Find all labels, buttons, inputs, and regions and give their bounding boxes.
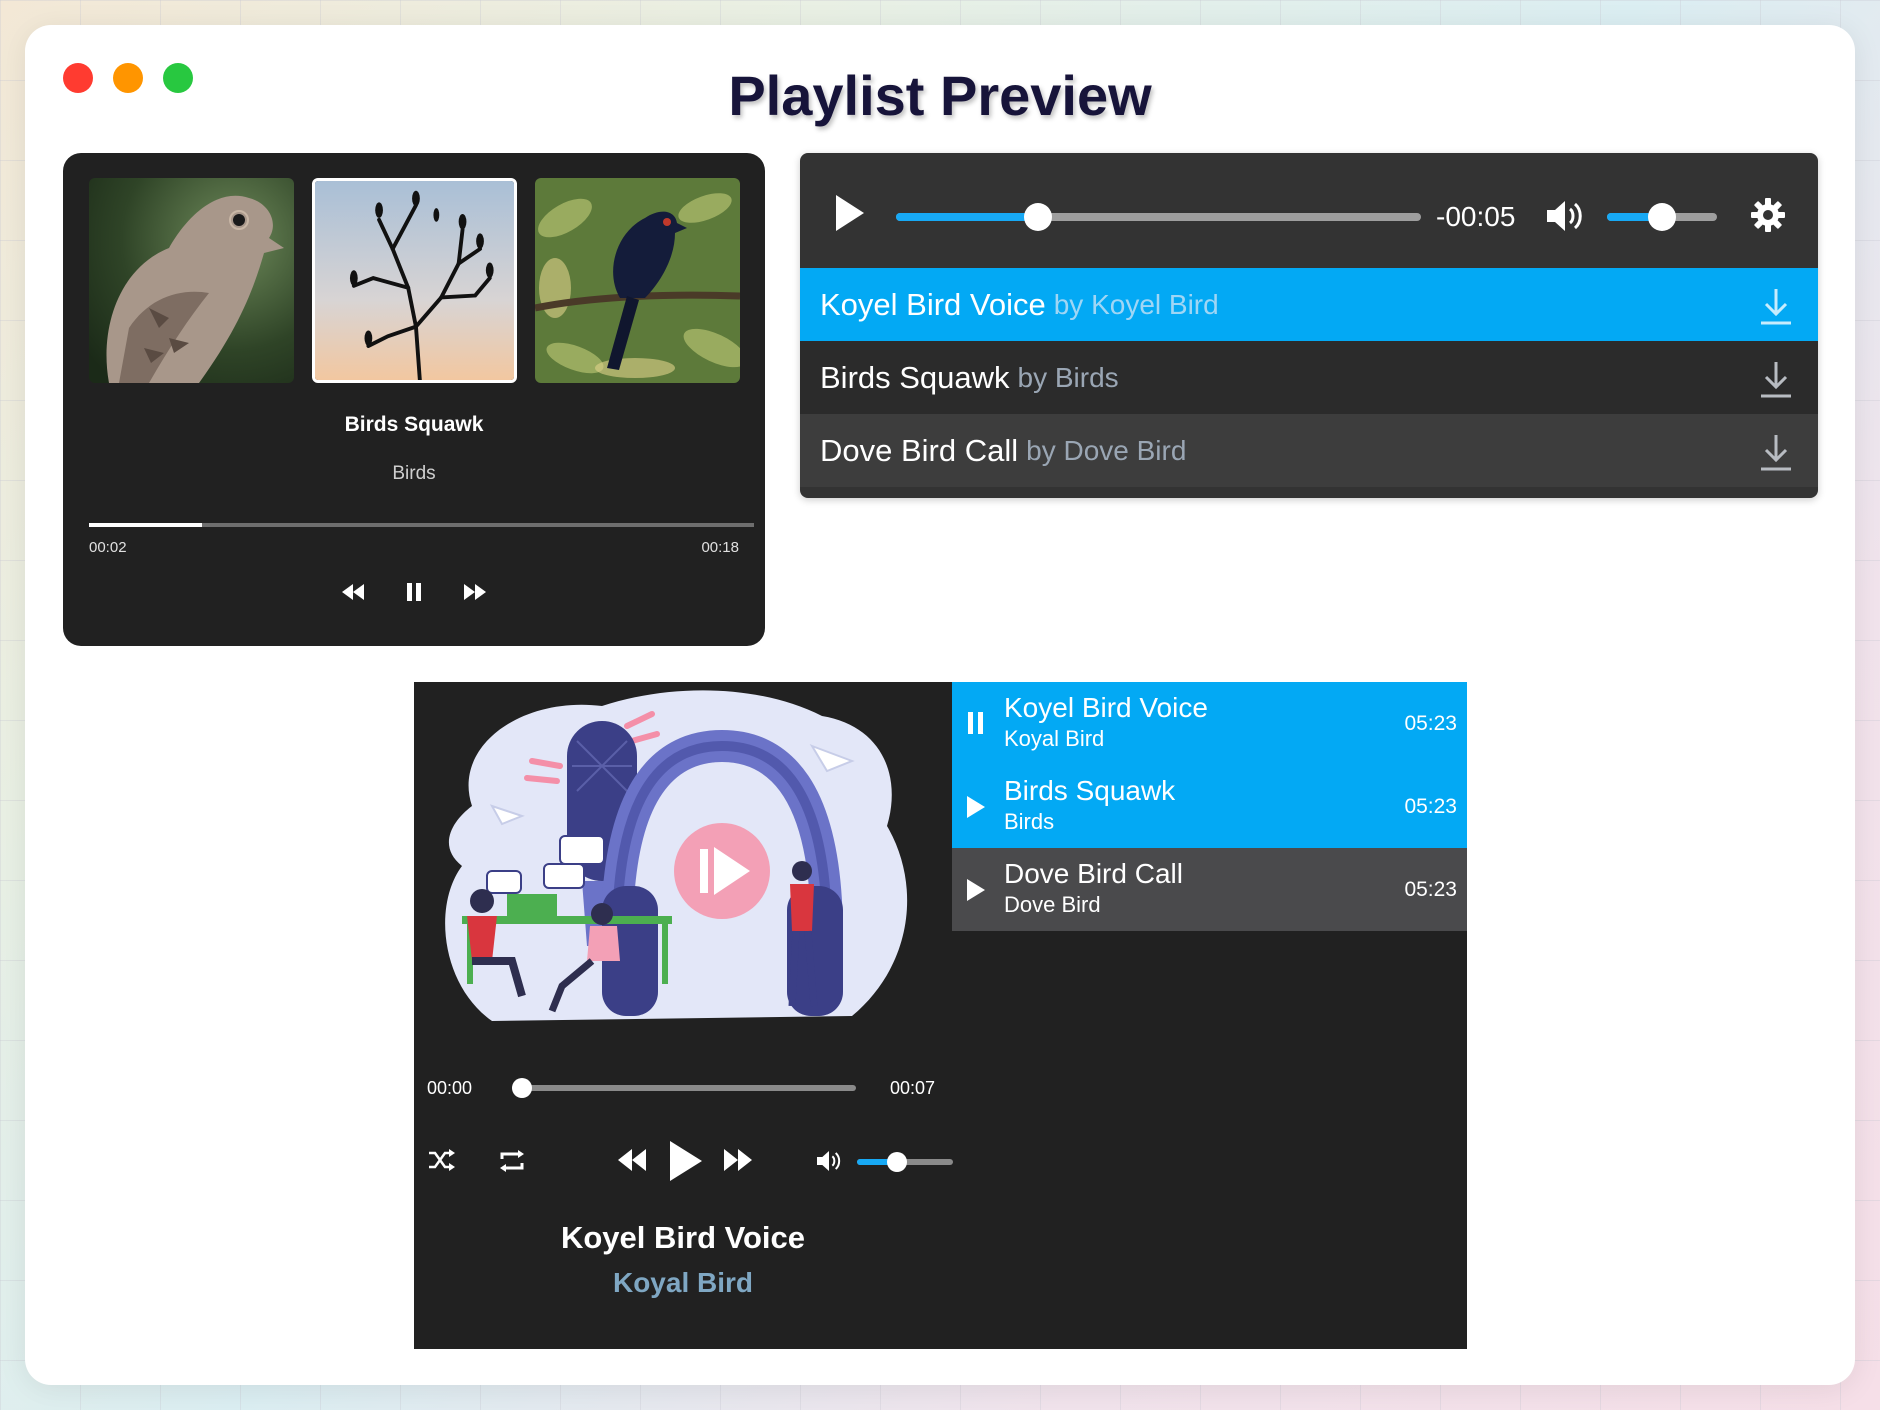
download-button[interactable] (1758, 359, 1794, 399)
track-artist: by Koyel Bird (1053, 288, 1219, 320)
playlist: Koyel Bird Voice Koyal Bird 05:23 Birds … (952, 682, 1467, 931)
track-title: Birds Squawk (1004, 775, 1176, 806)
pause-button[interactable] (966, 712, 986, 734)
now-playing-artist: Koyal Bird (612, 1267, 754, 1298)
fast-forward-icon (724, 1149, 752, 1171)
carousel-player: Birds Squawk Birds 00:02 00:18 (63, 153, 765, 646)
koyel-image (535, 178, 740, 383)
list-player: -00:05 Koyel Bird Voice by Koyel Bird Bi… (800, 153, 1818, 498)
track-artist: Dove Bird (1004, 892, 1101, 917)
download-icon (1761, 362, 1791, 398)
playlist-item-dove[interactable]: Dove Bird Call Dove Bird 05:23 (952, 848, 1467, 931)
seek-bar[interactable] (512, 1078, 856, 1098)
player-toolbar: -00:05 (800, 153, 1818, 268)
download-icon (1761, 435, 1791, 471)
track-title: Koyel Bird Voice (1004, 692, 1208, 723)
thumbnail-strip (89, 178, 740, 383)
volume-icon (1547, 201, 1582, 231)
playback-controls (63, 583, 765, 601)
seek-fill (896, 213, 1038, 221)
track-artist: by Birds (1017, 361, 1119, 393)
seek-handle[interactable] (1023, 203, 1052, 231)
app-window: Playlist Preview Birds Squawk Birds 00:0… (25, 25, 1855, 1385)
repeat-icon (500, 1150, 524, 1172)
repeat-button[interactable] (498, 1149, 526, 1173)
track-duration: 05:23 (1404, 878, 1457, 901)
track-artist: Birds (1004, 809, 1055, 834)
play-icon (967, 879, 985, 901)
seek-bar[interactable] (896, 203, 1421, 231)
now-playing-title: Koyel Bird Voice (560, 1220, 806, 1255)
playlist-item-koyel[interactable]: Koyel Bird Voice by Koyel Bird (800, 268, 1818, 341)
shuffle-icon (429, 1149, 455, 1171)
download-button[interactable] (1758, 286, 1794, 326)
play-button[interactable] (966, 795, 986, 819)
page-title: Playlist Preview (728, 64, 1152, 127)
gear-icon (1751, 198, 1785, 232)
pause-button[interactable] (406, 583, 422, 601)
playlist-item-dove[interactable]: Dove Bird Call by Dove Bird (800, 414, 1818, 487)
remaining-time: -00:05 (1436, 201, 1516, 232)
birds-branch-image (315, 181, 514, 380)
volume-icon (817, 1151, 841, 1171)
mute-button[interactable] (814, 1149, 844, 1173)
track-artist: Birds (392, 463, 436, 484)
volume-handle[interactable] (887, 1152, 908, 1172)
play-icon (670, 1141, 702, 1181)
track-title: Dove Bird Call (1004, 858, 1183, 889)
progress-bar[interactable] (89, 523, 754, 527)
track-title: Dove Bird Call (820, 432, 1019, 468)
shuffle-button[interactable] (428, 1148, 456, 1172)
koyel-thumbnail[interactable] (535, 178, 740, 383)
dove-image (89, 178, 294, 383)
rewind-icon (342, 584, 364, 600)
settings-button[interactable] (1750, 197, 1786, 233)
track-artist: Koyal Bird (1004, 726, 1105, 751)
play-button[interactable] (966, 878, 986, 902)
play-button[interactable] (834, 193, 866, 233)
playlist-item-koyel[interactable]: Koyel Bird Voice Koyal Bird 05:23 (952, 682, 1467, 765)
volume-slider[interactable] (857, 1152, 953, 1172)
track-title: Birds Squawk (344, 413, 484, 436)
rewind-button[interactable] (342, 583, 364, 601)
duration: 00:07 (890, 1078, 936, 1098)
play-button[interactable] (668, 1139, 704, 1183)
rewind-icon (618, 1149, 646, 1171)
track-title: Birds Squawk (820, 359, 1010, 395)
podcast-artwork (445, 690, 908, 1021)
current-time: 00:00 (427, 1078, 473, 1098)
playlist-item-birds[interactable]: Birds Squawk Birds 05:23 (952, 765, 1467, 848)
download-icon (1761, 289, 1791, 325)
seek-handle[interactable] (512, 1078, 532, 1098)
track-title: Koyel Bird Voice (820, 286, 1046, 322)
duration: 00:18 (701, 539, 739, 556)
play-icon (967, 796, 985, 818)
current-time: 00:02 (89, 539, 127, 556)
pause-icon (968, 712, 983, 734)
dove-thumbnail[interactable] (89, 178, 294, 383)
progress-fill (89, 523, 203, 527)
volume-handle[interactable] (1648, 203, 1676, 231)
previous-button[interactable] (618, 1149, 646, 1171)
track-artist: by Dove Bird (1026, 434, 1187, 466)
fast-forward-button[interactable] (464, 583, 486, 601)
podcast-player: 00:00 00:07 Koyel Bird Voice Koyal Bird … (414, 682, 1467, 1349)
volume-slider[interactable] (1607, 203, 1717, 231)
fast-forward-icon (464, 584, 486, 600)
download-button[interactable] (1758, 432, 1794, 472)
play-icon (836, 195, 864, 231)
track-duration: 05:23 (1404, 712, 1457, 735)
pause-icon (407, 583, 421, 601)
mute-button[interactable] (1545, 198, 1585, 234)
next-button[interactable] (724, 1149, 752, 1171)
birds-branch-thumbnail[interactable] (312, 178, 517, 383)
playlist-item-birds[interactable]: Birds Squawk by Birds (800, 341, 1818, 414)
track-duration: 05:23 (1404, 795, 1457, 818)
